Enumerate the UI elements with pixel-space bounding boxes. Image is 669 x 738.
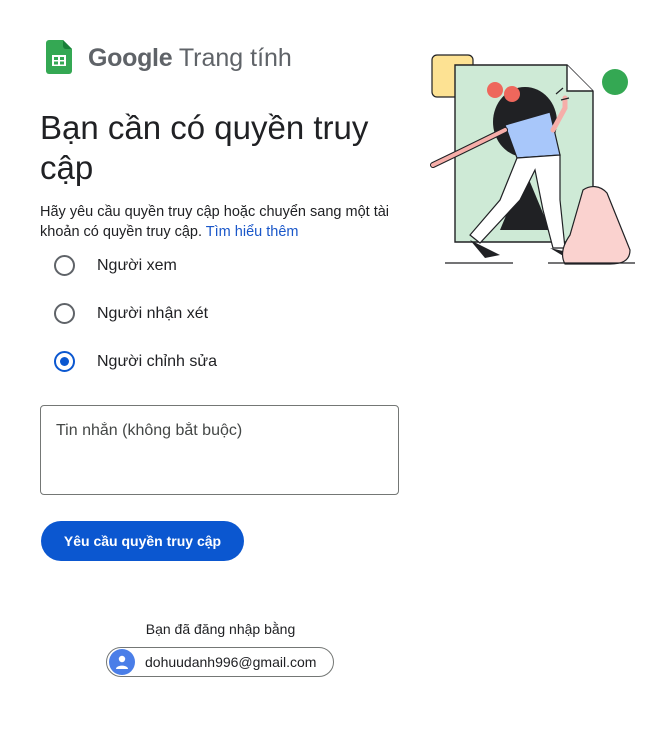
brand-name: Google Trang tính [88, 44, 292, 73]
product-name: Trang tính [178, 44, 292, 72]
radio-commenter[interactable] [54, 303, 75, 324]
message-field[interactable] [40, 405, 399, 495]
role-option-viewer[interactable]: Người xem [54, 255, 177, 276]
account-chip[interactable]: dohuudanh996@gmail.com [106, 647, 334, 677]
learn-more-link[interactable]: Tìm hiểu thêm [206, 224, 299, 240]
message-input[interactable] [56, 422, 383, 480]
request-access-button[interactable]: Yêu cầu quyền truy cập [41, 521, 244, 561]
avatar [109, 649, 135, 675]
description: Hãy yêu cầu quyền truy cập hoặc chuyển s… [40, 202, 400, 242]
role-option-commenter[interactable]: Người nhận xét [54, 303, 208, 324]
access-illustration [425, 50, 640, 273]
account-email: dohuudanh996@gmail.com [145, 654, 317, 670]
role-label-viewer: Người xem [97, 256, 177, 274]
page-title: Bạn cần có quyền truy cập [40, 109, 369, 186]
google-wordmark: Google [88, 44, 173, 72]
sheets-logo-icon [46, 40, 72, 79]
role-label-editor: Người chỉnh sửa [97, 352, 217, 370]
radio-viewer[interactable] [54, 255, 75, 276]
signed-in-label: Bạn đã đăng nhập bằng [145, 621, 296, 637]
person-icon [116, 655, 128, 669]
role-label-commenter: Người nhận xét [97, 304, 209, 322]
role-option-editor[interactable]: Người chỉnh sửa [54, 351, 217, 372]
radio-editor[interactable] [54, 351, 75, 372]
